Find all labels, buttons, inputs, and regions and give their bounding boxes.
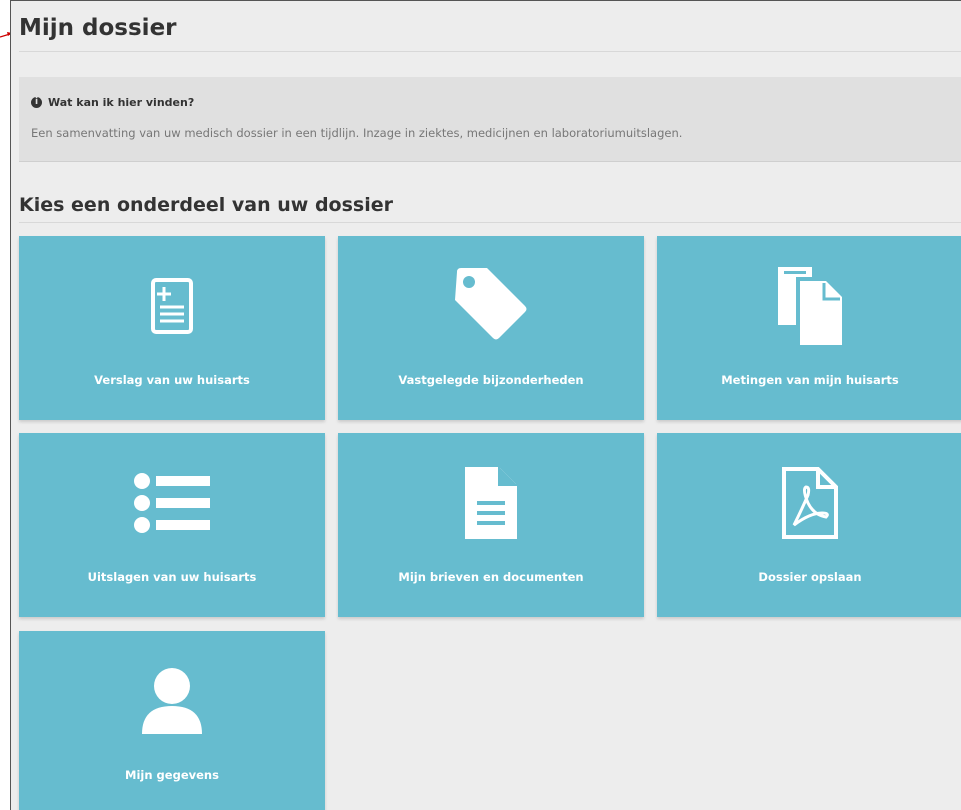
section-title: Kies een onderdeel van uw dossier: [19, 194, 393, 216]
medical-report-icon: [151, 278, 193, 334]
tile-label: Mijn gegevens: [125, 768, 219, 782]
tag-icon: [455, 268, 527, 340]
tile-verslag[interactable]: Verslag van uw huisarts: [19, 236, 325, 420]
document-icon: [465, 467, 517, 539]
info-box: i Wat kan ik hier vinden? Een samenvatti…: [19, 77, 961, 162]
tile-label: Dossier opslaan: [758, 570, 862, 584]
dossier-panel: Mijn dossier i Wat kan ik hier vinden? E…: [10, 0, 961, 810]
tile-label: Vastgelegde bijzonderheden: [398, 373, 584, 387]
info-text: Een samenvatting van uw medisch dossier …: [31, 126, 683, 140]
list-icon: [134, 473, 210, 533]
info-heading-text: Wat kan ik hier vinden?: [48, 96, 195, 109]
tile-label: Metingen van mijn huisarts: [721, 373, 899, 387]
tile-bijzonderheden[interactable]: Vastgelegde bijzonderheden: [338, 236, 644, 420]
tile-label: Uitslagen van uw huisarts: [87, 570, 257, 584]
tile-brieven[interactable]: Mijn brieven en documenten: [338, 433, 644, 617]
info-heading: i Wat kan ik hier vinden?: [31, 96, 194, 109]
tile-metingen[interactable]: Metingen van mijn huisarts: [657, 236, 961, 420]
tile-dossier-opslaan[interactable]: Dossier opslaan: [657, 433, 961, 617]
divider: [19, 222, 961, 223]
pdf-icon: [782, 467, 838, 539]
info-icon: i: [31, 97, 42, 108]
documents-icon: [778, 267, 842, 345]
tile-label: Verslag van uw huisarts: [94, 373, 250, 387]
tile-label: Mijn brieven en documenten: [398, 570, 584, 584]
user-icon: [142, 668, 202, 734]
page-title: Mijn dossier: [19, 15, 177, 41]
tile-uitslagen[interactable]: Uitslagen van uw huisarts: [19, 433, 325, 617]
divider: [19, 51, 961, 52]
tile-mijn-gegevens[interactable]: Mijn gegevens: [19, 631, 325, 810]
